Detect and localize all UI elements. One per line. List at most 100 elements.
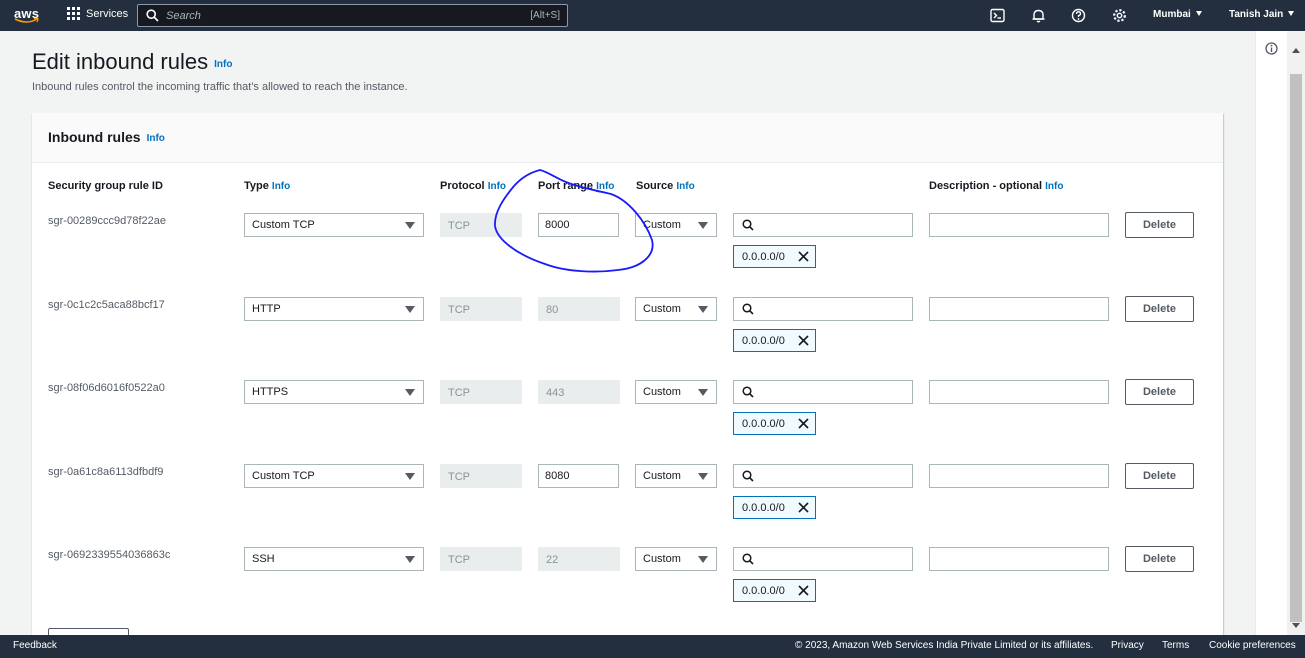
port-range-input: 22 xyxy=(538,547,620,571)
description-info-link[interactable]: Info xyxy=(1045,181,1063,192)
chevron-down-icon xyxy=(1288,11,1295,16)
close-icon[interactable] xyxy=(797,250,810,263)
services-menu-button[interactable]: Services xyxy=(67,7,128,20)
search-icon xyxy=(146,9,159,22)
type-select-value: SSH xyxy=(252,553,275,565)
aws-logo[interactable]: aws xyxy=(14,5,42,25)
type-select[interactable]: Custom TCP xyxy=(244,464,424,488)
close-icon[interactable] xyxy=(797,501,810,514)
search-input[interactable]: Search [Alt+S] xyxy=(137,4,568,27)
cidr-token: 0.0.0.0/0 xyxy=(733,579,816,602)
page-title: Edit inbound rules Info xyxy=(32,49,233,74)
protocol-field: TCP xyxy=(440,213,522,237)
panel-info-link[interactable]: Info xyxy=(147,133,165,144)
caret-down-icon xyxy=(698,389,708,396)
cookie-preferences-link[interactable]: Cookie preferences xyxy=(1209,640,1296,651)
type-info-link[interactable]: Info xyxy=(272,181,290,192)
rule-id: sgr-00289ccc9d78f22ae xyxy=(48,215,167,227)
cidr-search-input[interactable] xyxy=(733,380,913,404)
region-selector[interactable]: Mumbai xyxy=(1153,9,1202,20)
account-menu[interactable]: Tanish Jain xyxy=(1229,9,1295,20)
source-type-select[interactable]: Custom xyxy=(635,297,717,321)
scroll-up-arrow[interactable] xyxy=(1292,48,1300,53)
delete-rule-button[interactable]: Delete xyxy=(1125,463,1194,489)
cidr-search-input[interactable] xyxy=(733,213,913,237)
type-select[interactable]: Custom TCP xyxy=(244,213,424,237)
column-header-type: Type Info xyxy=(244,180,291,192)
protocol-info-link[interactable]: Info xyxy=(488,181,506,192)
rule-id: sgr-0a61c8a6113dfbdf9 xyxy=(48,466,164,478)
rule-id: sgr-08f06d6016f0522a0 xyxy=(48,382,165,394)
rule-id: sgr-0692339554036863c xyxy=(48,549,171,561)
cidr-token-label: 0.0.0.0/0 xyxy=(742,585,785,597)
gear-icon[interactable] xyxy=(1112,8,1127,23)
panel-header xyxy=(32,113,1223,163)
search-icon xyxy=(742,553,754,565)
close-icon[interactable] xyxy=(797,584,810,597)
panel-title: Inbound rules Info xyxy=(48,129,165,145)
terms-link[interactable]: Terms xyxy=(1162,640,1189,651)
type-select[interactable]: HTTP xyxy=(244,297,424,321)
cidr-token: 0.0.0.0/0 xyxy=(733,412,816,435)
source-info-link[interactable]: Info xyxy=(676,181,694,192)
cidr-token-label: 0.0.0.0/0 xyxy=(742,251,785,263)
cloudshell-icon[interactable] xyxy=(990,8,1005,23)
cidr-search-input[interactable] xyxy=(733,547,913,571)
page-info-link[interactable]: Info xyxy=(214,59,232,70)
column-header-source: Source Info xyxy=(636,180,695,192)
port-range-input[interactable]: 8080 xyxy=(538,464,619,488)
feedback-link[interactable]: Feedback xyxy=(13,640,57,651)
port-range-input: 80 xyxy=(538,297,620,321)
source-type-select[interactable]: Custom xyxy=(635,213,717,237)
help-icon[interactable] xyxy=(1071,8,1086,23)
port-range-input: 443 xyxy=(538,380,620,404)
delete-rule-button[interactable]: Delete xyxy=(1125,296,1194,322)
delete-rule-button[interactable]: Delete xyxy=(1125,546,1194,572)
source-type-select[interactable]: Custom xyxy=(635,547,717,571)
description-input[interactable] xyxy=(929,213,1109,237)
type-select-value: HTTPS xyxy=(252,386,289,398)
cidr-token-label: 0.0.0.0/0 xyxy=(742,335,785,347)
source-type-value: Custom xyxy=(643,553,681,565)
cidr-search-input[interactable] xyxy=(733,464,913,488)
type-select[interactable]: HTTPS xyxy=(244,380,424,404)
scroll-down-arrow[interactable] xyxy=(1292,623,1300,628)
scrollbar-thumb[interactable] xyxy=(1290,74,1302,622)
search-icon xyxy=(742,219,754,231)
copyright-text: © 2023, Amazon Web Services India Privat… xyxy=(795,640,1094,651)
close-icon[interactable] xyxy=(797,417,810,430)
column-header-port-range: Port range Info xyxy=(538,180,615,192)
help-panel-toggle[interactable] xyxy=(1255,31,1287,635)
privacy-link[interactable]: Privacy xyxy=(1111,640,1144,651)
delete-rule-button[interactable]: Delete xyxy=(1125,379,1194,405)
close-icon[interactable] xyxy=(797,334,810,347)
info-icon[interactable] xyxy=(1265,42,1278,55)
source-type-select[interactable]: Custom xyxy=(635,464,717,488)
type-select-value: HTTP xyxy=(252,303,281,315)
source-type-value: Custom xyxy=(643,303,681,315)
caret-down-icon xyxy=(405,306,415,313)
description-input[interactable] xyxy=(929,547,1109,571)
delete-rule-button[interactable]: Delete xyxy=(1125,212,1194,238)
type-select-value: Custom TCP xyxy=(252,470,315,482)
grid-icon xyxy=(67,7,80,20)
cidr-token-label: 0.0.0.0/0 xyxy=(742,418,785,430)
source-type-select[interactable]: Custom xyxy=(635,380,717,404)
port-range-input[interactable]: 8000 xyxy=(538,213,619,237)
search-icon xyxy=(742,386,754,398)
top-navigation: aws Services Search [Alt+S] Mumbai Tanis… xyxy=(0,0,1305,31)
type-select[interactable]: SSH xyxy=(244,547,424,571)
page-description: Inbound rules control the incoming traff… xyxy=(32,81,408,93)
caret-down-icon xyxy=(405,473,415,480)
footer: Feedback © 2023, Amazon Web Services Ind… xyxy=(0,635,1305,658)
page-scrollbar[interactable] xyxy=(1287,31,1305,635)
port-info-link[interactable]: Info xyxy=(596,181,614,192)
description-input[interactable] xyxy=(929,297,1109,321)
description-input[interactable] xyxy=(929,380,1109,404)
description-input[interactable] xyxy=(929,464,1109,488)
chevron-down-icon xyxy=(1195,11,1202,16)
caret-down-icon xyxy=(405,389,415,396)
cidr-search-input[interactable] xyxy=(733,297,913,321)
bell-icon[interactable] xyxy=(1031,8,1046,23)
protocol-field: TCP xyxy=(440,297,522,321)
